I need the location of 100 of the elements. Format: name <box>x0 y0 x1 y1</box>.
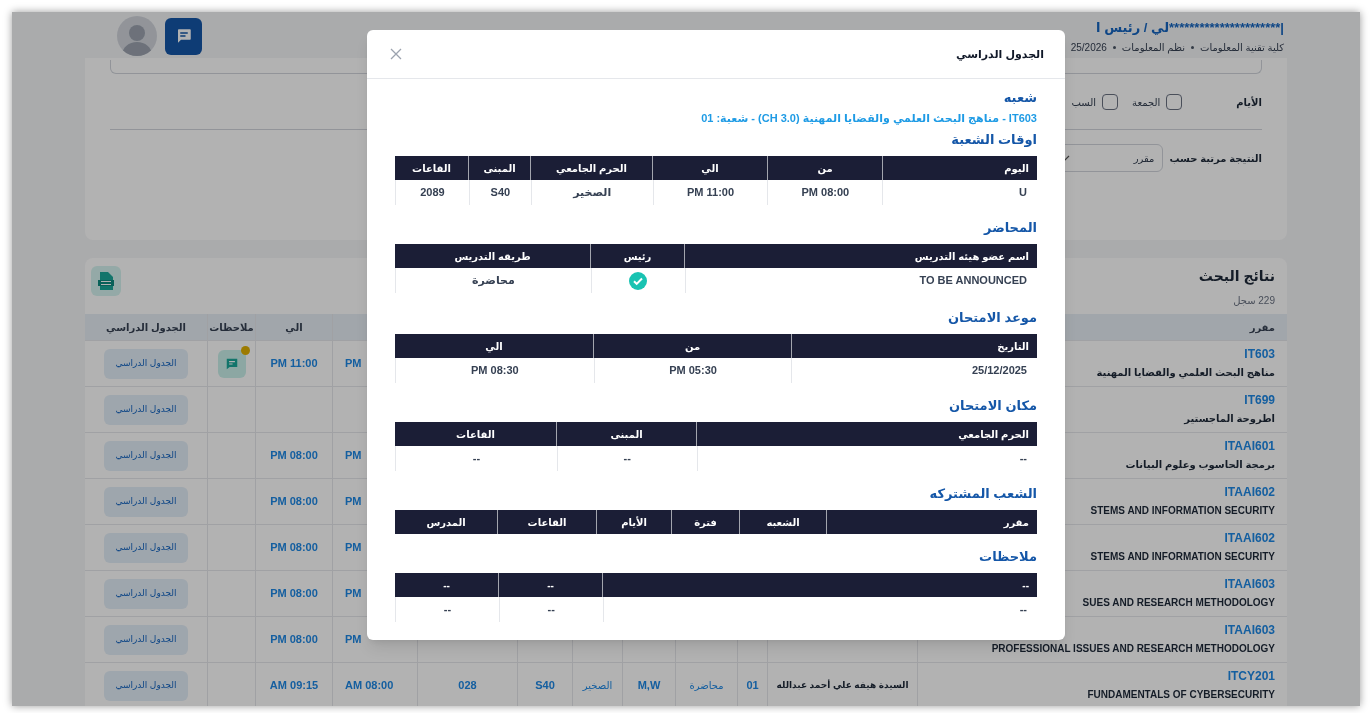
section-heading: مكان الامتحان <box>947 397 1037 415</box>
table-cell-text: PM 08:00 <box>801 185 850 201</box>
table-cell-text: السيدة هيفه علي أحمد عبدالله <box>776 678 909 692</box>
column-header: -- <box>547 578 554 593</box>
column-header: الأيام <box>621 515 647 530</box>
table-cell-text: -- <box>1019 451 1027 467</box>
schedule-button[interactable]: الجدول الدراسي <box>104 670 188 701</box>
breadcrumb-item[interactable]: كلية تقنية المعلومات <box>1200 39 1284 55</box>
column-header: رئيس <box>623 249 652 264</box>
schedule-button[interactable]: الجدول الدراسي <box>104 440 188 471</box>
course-code-link[interactable]: ITAAI603 <box>1224 621 1275 639</box>
table-cell-text: PM 08:00 <box>270 494 318 510</box>
course-code-link[interactable]: ITAAI601 <box>1224 437 1275 455</box>
column-header: الجدول الدراسي <box>106 320 186 335</box>
table-cell-text: -- <box>547 602 555 618</box>
schedule-button[interactable]: الجدول الدراسي <box>104 486 188 517</box>
table-cell-text: S40 <box>490 185 511 201</box>
table-cell-text: PM <box>345 356 362 372</box>
table-cell-text: PM 08:00 <box>270 448 318 464</box>
table-cell-text: الصخير <box>573 185 612 201</box>
column-header: -- <box>443 578 450 593</box>
column-header: المدرس <box>426 515 466 530</box>
table-cell-text: AM 09:15 <box>269 678 319 694</box>
table-cell-text: -- <box>1019 602 1027 618</box>
course-name: SUES AND RESEARCH METHODOLOGY <box>1082 596 1275 610</box>
table-cell-text: PM <box>345 448 362 464</box>
section-heading: اوقات الشعبة <box>950 131 1037 149</box>
section-heading: موعد الامتحان <box>946 309 1037 327</box>
close-icon <box>390 48 402 60</box>
column-header: الحرم الجامعي <box>958 427 1029 442</box>
table-cell-text: M,W <box>637 678 661 694</box>
schedule-button[interactable]: الجدول الدراسي <box>104 348 188 379</box>
table-cell-text: PM <box>345 540 362 556</box>
table-cell-text: PM <box>345 494 362 510</box>
column-header: ملاحظات <box>209 320 254 335</box>
table-cell-text: -- <box>472 451 481 467</box>
chat-icon <box>224 356 239 371</box>
course-code-link[interactable]: ITAAI602 <box>1224 483 1275 501</box>
table-cell-text: -- <box>623 451 631 467</box>
column-header: الشعبه <box>766 515 800 530</box>
sort-label: النتيجة مرتبة حسب <box>1169 151 1262 166</box>
column-header: الي <box>701 161 719 176</box>
course-code-link[interactable]: ITAAI603 <box>1224 575 1275 593</box>
section-heading: ملاحظات <box>978 548 1037 566</box>
chat-button[interactable] <box>165 17 202 55</box>
table-cell-text: PM 08:30 <box>471 363 519 379</box>
table-cell-text: الصخير <box>582 679 613 693</box>
table-cell-text: PM 11:00 <box>270 356 318 372</box>
course-name: اطروحة الماجستير <box>1184 412 1275 426</box>
schedule-button[interactable]: الجدول الدراسي <box>104 394 188 425</box>
column-header: اسم عضو هيئه التدريس <box>914 249 1029 264</box>
section-info: IT603 - مناهج البحث العلمي والقضايا المهنية (CH 3.0) - شعبة: 01 <box>700 111 1037 127</box>
section-heading: الشعب المشتركه <box>928 485 1037 503</box>
day-checkbox[interactable] <box>1102 94 1119 110</box>
record-count: 229 سجل <box>1232 294 1275 308</box>
course-name: مناهج البحث العلمي والقضايا المهنية <box>1096 366 1275 380</box>
table-cell-text: U <box>1019 185 1027 201</box>
table-cell-text: -- <box>443 602 452 618</box>
column-header: من <box>684 339 701 354</box>
course-name: STEMS AND INFORMATION SECURITY <box>1090 550 1275 564</box>
table-cell-text: 25/12/2025 <box>971 363 1027 379</box>
table-cell-text: S40 <box>535 678 555 694</box>
course-name: FUNDAMENTALS OF CYBERSECURITY <box>1087 688 1275 702</box>
schedule-button[interactable]: الجدول الدراسي <box>104 624 188 655</box>
export-excel-button[interactable] <box>91 266 121 296</box>
schedule-button[interactable]: الجدول الدراسي <box>104 532 188 563</box>
table-cell-text: PM 08:00 <box>270 540 318 556</box>
column-header: اليوم <box>1004 161 1029 176</box>
course-code-link[interactable]: ITAAI602 <box>1224 529 1275 547</box>
breadcrumb-item[interactable]: نظم المعلومات <box>1121 39 1185 55</box>
course-code-link[interactable]: IT699 <box>1244 391 1275 409</box>
course-name: برمجة الحاسوب وعلوم البيانات <box>1125 458 1275 472</box>
user-name: |**********************لي / رئيس ا <box>1096 19 1284 37</box>
results-title: نتائج البحث <box>1198 267 1275 287</box>
breadcrumb-item[interactable]: 25/2026 <box>1070 39 1107 55</box>
column-header: من <box>817 161 833 176</box>
table-cell-text: 01 <box>746 678 759 694</box>
table-cell-text: AM 08:00 <box>345 678 394 694</box>
dialog-title: الجدول الدراسي <box>956 46 1044 63</box>
day-label: السب <box>1071 95 1097 110</box>
column-header: القاعات <box>527 515 567 530</box>
section-heading: المحاضر <box>982 219 1037 237</box>
days-label: الأيام <box>1236 95 1262 110</box>
course-code-link[interactable]: IT603 <box>1244 345 1275 363</box>
column-header: القاعات <box>456 427 495 442</box>
close-button[interactable] <box>388 46 404 62</box>
course-code-link[interactable]: ITCY201 <box>1227 667 1275 685</box>
avatar[interactable] <box>117 16 157 56</box>
column-header: القاعات <box>412 161 451 176</box>
schedule-button[interactable]: الجدول الدراسي <box>104 578 188 609</box>
table-cell-text: محاضرة <box>689 679 724 693</box>
table-cell-text: PM 08:00 <box>270 632 318 648</box>
column-header: مقرر <box>1249 320 1275 335</box>
breadcrumb-separator <box>1191 45 1194 49</box>
day-checkbox[interactable] <box>1166 94 1183 110</box>
column-header: طريقه التدريس <box>454 249 531 264</box>
table-cell-text: 2089 <box>420 185 445 201</box>
table-cell-text: PM 08:00 <box>270 586 318 602</box>
column-header: الي <box>285 320 303 335</box>
table-cell-text: محاضرة <box>471 273 515 289</box>
